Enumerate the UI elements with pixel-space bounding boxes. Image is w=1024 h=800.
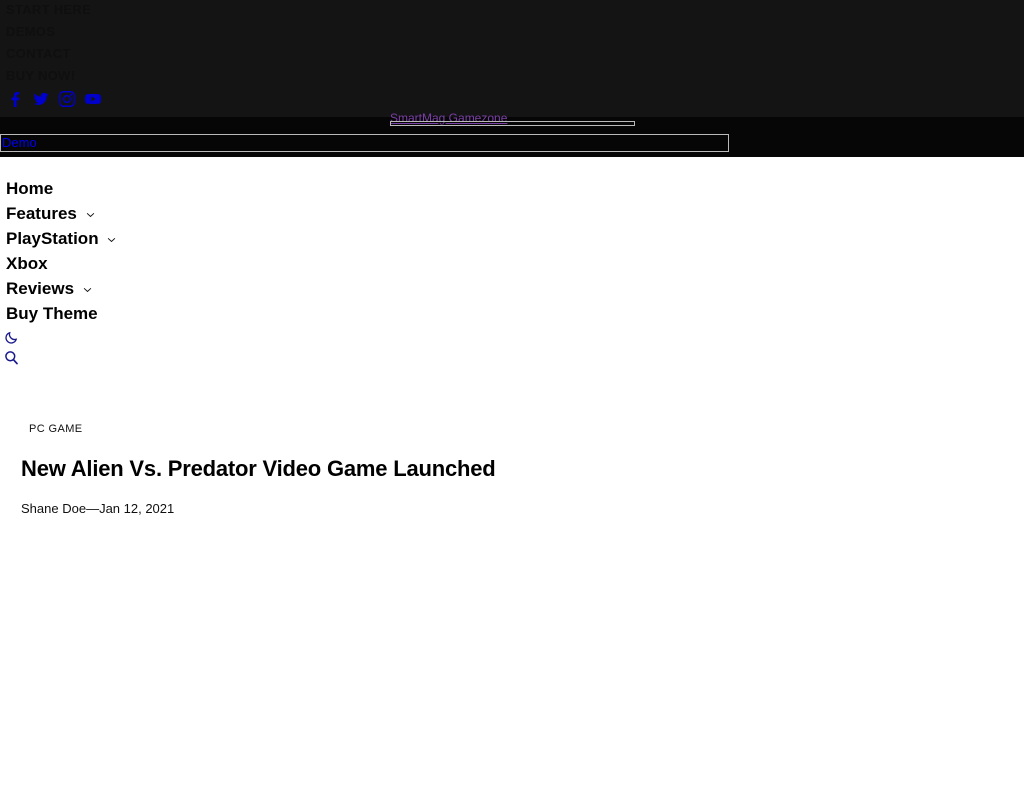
topbar: START HERE DEMOS CONTACT BUY NOW! xyxy=(0,0,1024,117)
nav-item-label: Reviews xyxy=(6,279,75,298)
nav-item-home[interactable]: Home xyxy=(6,179,53,199)
facebook-icon[interactable] xyxy=(7,91,23,107)
nav-item-label: Xbox xyxy=(6,254,48,273)
topbar-item-buy-now[interactable]: BUY NOW! xyxy=(6,69,75,83)
chevron-down-icon xyxy=(86,212,95,218)
nav-item-xbox[interactable]: Xbox xyxy=(6,254,48,274)
nav-item-reviews[interactable]: Reviews xyxy=(6,279,92,299)
article-category-link[interactable]: PC GAME xyxy=(29,423,83,436)
logo-image-placeholder xyxy=(390,121,635,126)
article-meta: Shane Doe—Jan 12, 2021 xyxy=(21,501,174,516)
nav-item-label: Buy Theme xyxy=(6,304,98,323)
nav-item-label: PlayStation xyxy=(6,229,99,248)
nav-item-label: Home xyxy=(6,179,54,198)
demo-link[interactable]: Demo xyxy=(2,135,37,150)
demo-notice-box xyxy=(0,134,729,152)
nav-item-label: Features xyxy=(6,204,77,223)
article-author-link[interactable]: Shane Doe xyxy=(21,501,86,516)
chevron-down-icon xyxy=(83,287,92,293)
instagram-icon[interactable] xyxy=(59,91,75,107)
search-icon[interactable] xyxy=(4,350,19,366)
topbar-item-start-here[interactable]: START HERE xyxy=(6,3,91,17)
article-date: Jan 12, 2021 xyxy=(99,501,175,516)
topbar-item-demos[interactable]: DEMOS xyxy=(6,25,55,39)
nav-item-features[interactable]: Features xyxy=(6,204,95,224)
nav-item-buy-theme[interactable]: Buy Theme xyxy=(6,304,98,324)
youtube-icon[interactable] xyxy=(85,91,101,107)
article-title: New Alien Vs. Predator Video Game Launch… xyxy=(21,456,496,481)
article-meta-separator: — xyxy=(86,501,100,516)
moon-icon[interactable] xyxy=(5,330,19,344)
chevron-down-icon xyxy=(107,237,116,243)
topbar-item-contact[interactable]: CONTACT xyxy=(6,47,71,61)
nav-item-playstation[interactable]: PlayStation xyxy=(6,229,116,249)
twitter-icon[interactable] xyxy=(33,91,49,107)
